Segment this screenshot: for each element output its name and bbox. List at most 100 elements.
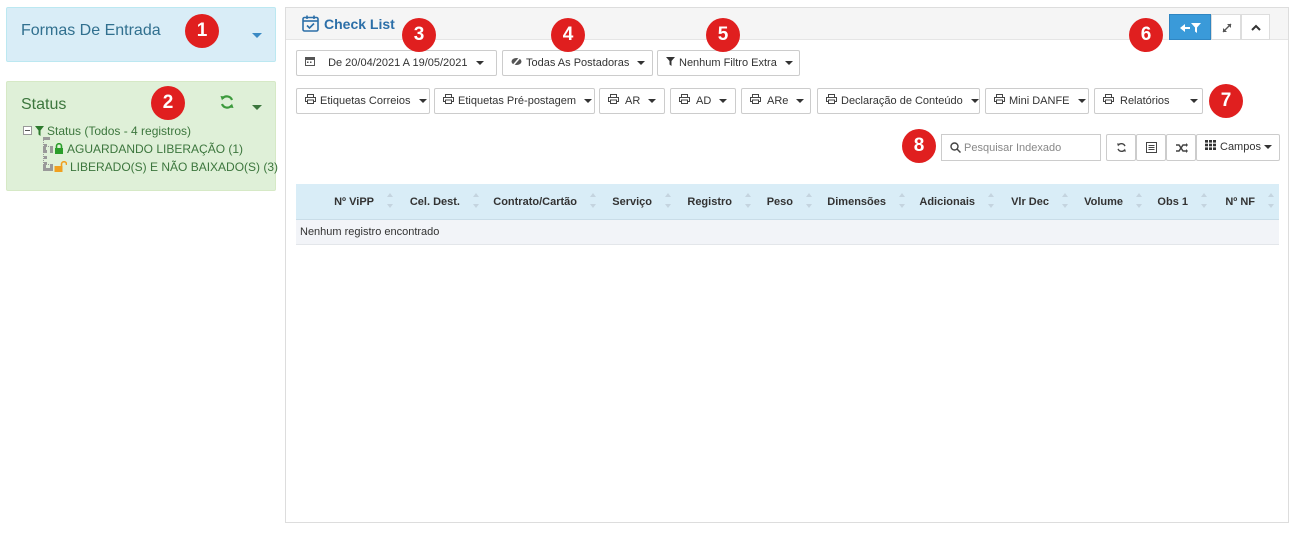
print-button-label: Etiquetas Correios [320,95,411,108]
column-header[interactable]: Adicionais [904,184,975,220]
print-declaracao-button[interactable]: Declaração de Conteúdo [817,88,980,114]
annotation-badge-6: 6 [1129,18,1163,52]
campos-dropdown[interactable]: Campos [1196,134,1280,161]
tree-item-aguardando[interactable]: AGUARDANDO LIBERAÇÃO (1) [54,141,243,157]
caret-down-icon [475,61,484,66]
extra-filter-label: Nenhum Filtro Extra [679,57,777,70]
column-header-label: Serviço [612,196,652,208]
column-header[interactable]: Dimensões [811,184,886,220]
search-box [941,134,1101,161]
print-button-label: Mini DANFE [1009,95,1070,108]
print-icon [994,89,1005,113]
print-etiquetas-correios-button[interactable]: Etiquetas Correios [296,88,430,114]
column-header-label: Peso [766,196,793,208]
print-are-button[interactable]: ARe [741,88,811,114]
collapse-button[interactable] [1241,14,1270,40]
calendar-check-icon [302,15,319,35]
status-panel: Status Status (Todos - 4 registros) AGUA… [6,81,278,191]
column-header-label: Vlr Dec [1011,196,1049,208]
postadoras-dropdown[interactable]: Todas As Postadoras [502,50,653,76]
filter-icon [666,51,675,75]
column-header-label: Contrato/Cartão [493,196,577,208]
page-title: Check List [324,16,395,32]
date-range-label: De 20/04/2021 A 19/05/2021 [328,57,468,70]
refresh-icon [1117,142,1126,153]
print-icon [1103,89,1114,113]
column-header[interactable]: Peso [750,184,793,220]
annotation-badge-2: 2 [151,86,185,120]
table-header: Nº ViPP Cel. Dest. Contrato/Cartão Servi… [296,184,1279,220]
collapse-icon[interactable] [23,126,32,135]
caret-down-icon [796,99,805,104]
column-header[interactable]: Registro [670,184,732,220]
print-button-label: AD [696,95,712,108]
annotation-badge-4: 4 [551,18,585,52]
shuffle-icon [1176,143,1188,153]
print-button-label: ARe [767,95,789,108]
caret-down-icon [1077,99,1086,104]
checklist-panel: Check List De 20/04/2021 A 19/05/2021 To… [285,7,1289,523]
print-icon [826,89,837,113]
print-icon [443,89,454,113]
print-icon [750,89,761,113]
column-header-label: Cel. Dest. [409,196,460,208]
print-mini-danfe-button[interactable]: Mini DANFE [985,88,1089,114]
postadoras-label: Todas As Postadoras [526,57,630,70]
print-etiquetas-pre-postagem-button[interactable]: Etiquetas Pré-postagem [434,88,595,114]
extra-filter-dropdown[interactable]: Nenhum Filtro Extra [657,50,800,76]
tree-item-liberado[interactable]: LIBERADO(S) E NÃO BAIXADO(S) (3) [54,159,278,175]
expand-button[interactable] [1211,14,1241,40]
filter-icon [35,124,44,140]
search-input[interactable] [964,137,1094,158]
print-ad-button[interactable]: AD [670,88,736,114]
tree-item-label: LIBERADO(S) E NÃO BAIXADO(S) (3) [70,160,279,174]
column-header[interactable]: Contrato/Cartão [478,184,577,220]
annotation-badge-8: 8 [902,129,936,163]
caret-down-icon [637,61,646,66]
columns-icon [1205,135,1216,159]
search-icon [950,142,961,153]
print-button-label: Declaração de Conteúdo [841,95,963,108]
column-header[interactable]: Cel. Dest. [392,184,460,220]
column-header[interactable]: Nº NF [1206,184,1255,220]
print-icon [305,89,316,113]
refresh-icon[interactable] [219,94,235,113]
caret-down-icon [584,99,593,104]
print-ar-button[interactable]: AR [599,88,665,114]
column-header[interactable]: Serviço [595,184,652,220]
column-header[interactable]: Nº ViPP [296,184,374,220]
chevron-down-icon[interactable] [252,33,262,38]
caret-down-icon [970,99,979,104]
column-header[interactable]: Obs 1 [1141,184,1188,220]
column-header-label: Nº ViPP [334,196,374,208]
tree-root[interactable]: Status (Todos - 4 registros) [35,123,191,139]
table-empty-row: Nenhum registro encontrado [296,220,1279,245]
refresh-table-button[interactable] [1106,134,1136,161]
column-header[interactable]: Vlr Dec [993,184,1049,220]
shuffle-button[interactable] [1166,134,1196,161]
column-header-label: Dimensões [827,196,886,208]
annotation-badge-3: 3 [402,18,436,52]
unlock-icon [54,160,68,176]
caret-down-icon [648,99,657,104]
print-button-label: AR [625,95,641,108]
caret-down-icon [1189,99,1198,104]
annotation-badge-1: 1 [185,14,219,48]
annotation-badge-5: 5 [706,18,740,52]
column-header[interactable]: Volume [1067,184,1123,220]
formas-de-entrada-panel[interactable]: Formas De Entrada [6,7,276,62]
annotation-badge-7: 7 [1209,84,1243,118]
filter-toggle-button[interactable] [1169,14,1211,40]
campos-label: Campos [1220,141,1261,154]
chevron-down-icon[interactable] [252,105,262,110]
calendar-icon [305,51,315,75]
expand-icon [1222,23,1232,33]
print-icon [679,89,690,113]
status-panel-title: Status [21,96,67,113]
caret-down-icon [1263,145,1272,150]
list-view-button[interactable] [1136,134,1166,161]
date-range-dropdown[interactable]: De 20/04/2021 A 19/05/2021 [296,50,497,76]
column-header-label: Adicionais [919,196,975,208]
lock-icon [54,142,64,158]
print-relatorios-button[interactable]: Relatórios [1094,88,1203,114]
